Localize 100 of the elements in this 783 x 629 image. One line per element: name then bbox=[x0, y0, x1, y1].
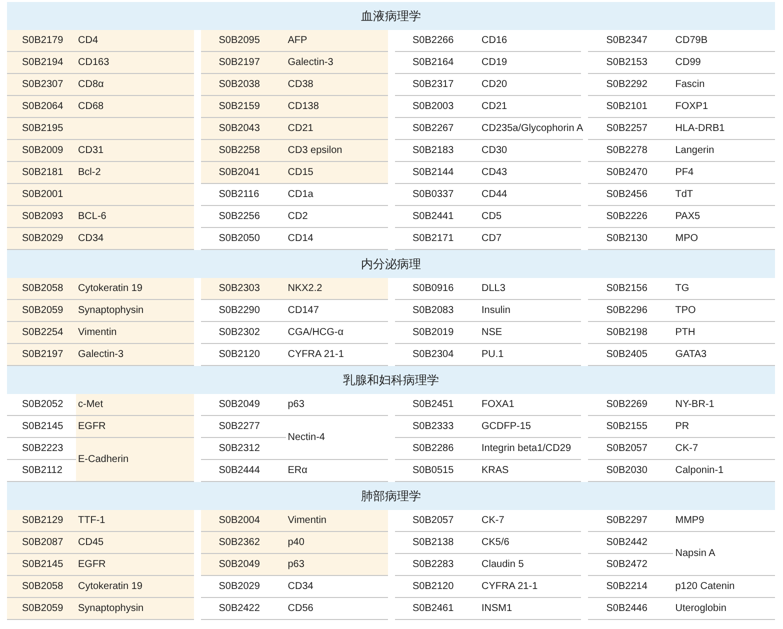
product-code: S0B2347 bbox=[588, 30, 674, 52]
antibody-name: TTF-1 bbox=[76, 510, 194, 532]
product-code: S0B2144 bbox=[394, 162, 480, 184]
product-code: S0B2183 bbox=[394, 140, 480, 162]
antibody-name: p63 bbox=[286, 554, 388, 576]
product-code: S0B2120 bbox=[394, 576, 480, 598]
antibody-name: Vimentin bbox=[76, 322, 194, 344]
antibody-name: DLL3 bbox=[480, 278, 582, 300]
product-code: S0B2194 bbox=[7, 52, 76, 74]
product-code: S0B2083 bbox=[394, 300, 480, 322]
antibody-name: c-Met bbox=[76, 394, 194, 416]
antibody-name: CD44 bbox=[480, 184, 582, 206]
product-code: S0B2257 bbox=[588, 118, 674, 140]
product-code: S0B2145 bbox=[7, 554, 76, 576]
antibody-name: Insulin bbox=[480, 300, 582, 322]
antibody-name: CD38 bbox=[286, 74, 388, 96]
product-code: S0B2116 bbox=[200, 184, 286, 206]
antibody-name: Cytokeratin 19 bbox=[76, 278, 194, 300]
product-code: S0B2058 bbox=[7, 576, 76, 598]
product-code: S0B2153 bbox=[588, 52, 674, 74]
section-header: 乳腺和妇科病理学 bbox=[7, 366, 775, 394]
product-code: S0B2019 bbox=[394, 322, 480, 344]
antibody-name: Uteroglobin bbox=[673, 598, 775, 620]
product-code: S0B2138 bbox=[394, 532, 480, 554]
antibody-name: MMP9 bbox=[673, 510, 775, 532]
product-code: S0B2198 bbox=[588, 322, 674, 344]
antibody-name: TG bbox=[673, 278, 775, 300]
product-code: S0B2038 bbox=[200, 74, 286, 96]
antibody-name: CD31 bbox=[76, 140, 194, 162]
antibody-name: CD1a bbox=[286, 184, 388, 206]
product-code: S0B2362 bbox=[200, 532, 286, 554]
product-code: S0B2333 bbox=[394, 416, 480, 438]
product-code: S0B2312 bbox=[200, 438, 286, 460]
antibody-name: Cytokeratin 19 bbox=[76, 576, 194, 598]
product-code: S0B2156 bbox=[588, 278, 674, 300]
antibody-name: CGA/HCG-α bbox=[286, 322, 388, 344]
product-code: S0B2057 bbox=[394, 510, 480, 532]
antibody-name: FOXP1 bbox=[673, 96, 775, 118]
product-code: S0B0916 bbox=[394, 278, 480, 300]
antibody-name: CD45 bbox=[76, 532, 194, 554]
product-code: S0B2297 bbox=[588, 510, 674, 532]
product-code: S0B2470 bbox=[588, 162, 674, 184]
antibody-name: CD8α bbox=[76, 74, 194, 96]
product-code: S0B2195 bbox=[7, 118, 76, 140]
antibody-name: Fascin bbox=[673, 74, 775, 96]
antibody-name: INSM1 bbox=[480, 598, 582, 620]
product-code: S0B2441 bbox=[394, 206, 480, 228]
antibody-name: Claudin 5 bbox=[480, 554, 582, 576]
antibody-name: TdT bbox=[673, 184, 775, 206]
antibody-name: Bcl-2 bbox=[76, 162, 194, 184]
product-code: S0B2269 bbox=[588, 394, 674, 416]
antibody-name: CD235a/Glycophorin A bbox=[480, 118, 584, 140]
antibody-name: CD79B bbox=[673, 30, 775, 52]
product-code: S0B2296 bbox=[588, 300, 674, 322]
antibody-name: EGFR bbox=[76, 416, 194, 438]
antibody-name: Integrin beta1/CD29 bbox=[480, 438, 582, 460]
product-code: S0B2303 bbox=[200, 278, 286, 300]
antibody-name: p120 Catenin bbox=[673, 576, 775, 598]
product-code: S0B2041 bbox=[200, 162, 286, 184]
antibody-name: CK5/6 bbox=[480, 532, 582, 554]
product-code: S0B2059 bbox=[7, 300, 76, 322]
product-code: S0B2290 bbox=[200, 300, 286, 322]
antibody-name: CD163 bbox=[76, 52, 194, 74]
antibody-name: CD16 bbox=[480, 30, 582, 52]
antibody-name: CK-7 bbox=[480, 510, 582, 532]
antibody-name: CD21 bbox=[286, 118, 388, 140]
product-code: S0B2266 bbox=[394, 30, 480, 52]
antibody-name: PTH bbox=[673, 322, 775, 344]
product-code: S0B2461 bbox=[394, 598, 480, 620]
product-code: S0B2302 bbox=[200, 322, 286, 344]
product-code: S0B2049 bbox=[200, 394, 286, 416]
product-code: S0B2095 bbox=[200, 30, 286, 52]
antibody-name: CD147 bbox=[286, 300, 388, 322]
antibody-name: AFP bbox=[286, 30, 388, 52]
product-code: S0B2057 bbox=[588, 438, 674, 460]
antibody-name: CD5 bbox=[480, 206, 582, 228]
antibody-name: GCDFP-15 bbox=[480, 416, 582, 438]
antibody-name: Synaptophysin bbox=[76, 300, 194, 322]
antibody-name: CD99 bbox=[673, 52, 775, 74]
antibody-name: BCL-6 bbox=[76, 206, 194, 228]
section-header: 内分泌病理 bbox=[7, 250, 775, 278]
antibody-name: NY-BR-1 bbox=[673, 394, 775, 416]
product-code: S0B2226 bbox=[588, 206, 674, 228]
antibody-name: CD21 bbox=[480, 96, 582, 118]
antibody-name: FOXA1 bbox=[480, 394, 582, 416]
product-code: S0B2283 bbox=[394, 554, 480, 576]
product-code: S0B2004 bbox=[200, 510, 286, 532]
antibody-name: CYFRA 21-1 bbox=[480, 576, 582, 598]
antibody-name: Galectin-3 bbox=[76, 344, 194, 366]
product-code: S0B2254 bbox=[7, 322, 76, 344]
product-code: S0B2087 bbox=[7, 532, 76, 554]
product-code: S0B2307 bbox=[7, 74, 76, 96]
product-code: S0B2058 bbox=[7, 278, 76, 300]
antibody-name: CD68 bbox=[76, 96, 194, 118]
section-header: 肺部病理学 bbox=[7, 482, 775, 510]
antibody-name: EGFR bbox=[76, 554, 194, 576]
product-code: S0B2472 bbox=[588, 554, 674, 576]
antibody-name: CD19 bbox=[480, 52, 582, 74]
product-code: S0B0337 bbox=[394, 184, 480, 206]
product-code: S0B2155 bbox=[588, 416, 674, 438]
